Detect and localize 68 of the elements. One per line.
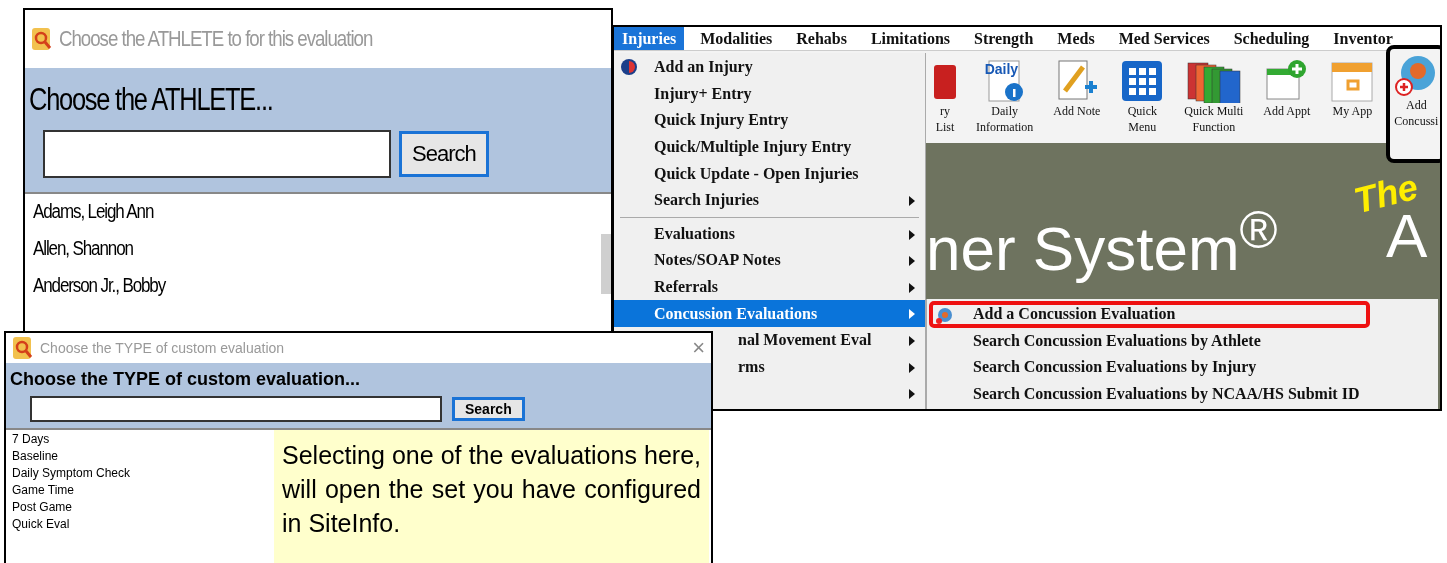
magnifier-app-icon <box>31 27 53 51</box>
folder-icon <box>934 65 956 99</box>
menu-bar-item[interactable]: Modalities <box>692 27 781 50</box>
grid-icon <box>1120 59 1165 103</box>
magnifier-app-icon <box>12 336 34 360</box>
menu-bar-item[interactable]: Limitations <box>862 27 959 50</box>
toolbar-button[interactable]: Add Note <box>1045 51 1109 125</box>
toolbar-button[interactable]: Quick Multi Function <box>1176 51 1252 141</box>
toolbar-button[interactable]: Add Concussi <box>1386 45 1440 163</box>
menu-item[interactable]: Search Injuries <box>614 186 925 214</box>
submenu-item[interactable]: Search Concussion Evaluations by NCAA/HS Submit ID <box>929 380 1370 408</box>
evaluation-type-item[interactable]: Quick Eval <box>12 517 70 531</box>
evaluation-type-item[interactable]: Post Game <box>12 500 73 514</box>
menu-item[interactable]: Quick Update - Open Injuries <box>614 160 925 187</box>
submenu-item[interactable]: Search Concussion Evaluations by Athlete <box>929 327 1370 355</box>
athlete-list-item[interactable]: Allen, Shannon <box>33 237 133 260</box>
window-title: Choose the ATHLETE to for this evaluation <box>59 26 373 52</box>
search-button[interactable]: Search <box>452 397 525 421</box>
submenu-arrow-icon <box>909 362 915 373</box>
globe-icon <box>620 58 638 76</box>
dialog-heading: Choose the ATHLETE... <box>29 82 273 118</box>
submenu-arrow-icon <box>909 282 915 293</box>
submenu-arrow-icon <box>909 309 915 320</box>
daily-label: Daily <box>984 61 1019 77</box>
menu-bar-item[interactable]: Injuries <box>614 27 685 50</box>
toolbar-button[interactable]: Add Appt <box>1255 51 1319 125</box>
evaluation-type-item[interactable]: 7 Days <box>12 432 50 446</box>
menu-item[interactable]: Concussion Evaluations <box>614 300 925 327</box>
menu-item[interactable]: Quick/Multiple Injury Entry <box>614 133 925 161</box>
menu-item[interactable]: Quick Injury Entry <box>614 107 925 134</box>
menu-bar-item[interactable]: Rehabs <box>788 27 855 50</box>
menu-item[interactable]: Notes/SOAP Notes <box>614 247 925 274</box>
submenu-arrow-icon <box>909 229 915 240</box>
search-field[interactable] <box>30 396 442 422</box>
evaluation-type-item[interactable]: Daily Symptom Check <box>12 466 131 480</box>
toolbar-button[interactable]: Quick Menu <box>1112 51 1173 141</box>
callout-note: Selecting one of the evaluations here, will open the set you have configured in SiteInfo. <box>274 430 709 563</box>
evaluation-type-item[interactable]: Baseline <box>12 449 59 463</box>
menu-bar-item[interactable]: Strength <box>966 27 1042 50</box>
search-field[interactable] <box>43 130 391 178</box>
head-icon <box>935 307 953 325</box>
toolbar-button[interactable]: ry List <box>926 51 964 141</box>
toolbar-button[interactable]: My App <box>1322 51 1383 125</box>
menu-bar-item[interactable]: Meds <box>1049 27 1103 50</box>
toolbar-button[interactable]: Daily Daily Information <box>968 51 1042 141</box>
menu-bar-item[interactable]: Med Services <box>1110 27 1218 50</box>
submenu-item[interactable]: Add a Concussion Evaluation <box>929 301 1370 328</box>
folders-icon <box>1185 59 1242 103</box>
submenu-arrow-icon <box>909 256 915 267</box>
submenu-arrow-icon <box>909 335 915 346</box>
submenu-arrow-icon <box>909 195 915 206</box>
dialog-heading: Choose the TYPE of custom evaluation... <box>10 369 361 390</box>
window-title: Choose the TYPE of custom evaluation <box>40 340 285 356</box>
menu-item[interactable]: Injury+ Entry <box>614 80 925 108</box>
athlete-list-item[interactable]: Adams, Leigh Ann <box>33 200 154 223</box>
banner-letter: A <box>1386 205 1428 267</box>
menu-bar-item[interactable]: Scheduling <box>1225 27 1318 50</box>
search-button[interactable]: Search <box>399 131 489 177</box>
athlete-list-item[interactable]: Anderson Jr., Bobby <box>33 274 166 297</box>
scrollbar[interactable] <box>601 234 611 294</box>
menu-item[interactable]: Add an Injury <box>614 54 925 81</box>
calendar-icon <box>1330 59 1375 103</box>
evaluation-type-item[interactable]: Game Time <box>12 483 74 497</box>
submenu-item[interactable]: Search Concussion Evaluations by Injury <box>929 354 1370 381</box>
menu-item[interactable]: Referrals <box>614 273 925 301</box>
menu-item[interactable]: Evaluations <box>614 220 925 248</box>
calendar-add-icon <box>1264 59 1309 103</box>
submenu-arrow-icon <box>909 389 915 400</box>
